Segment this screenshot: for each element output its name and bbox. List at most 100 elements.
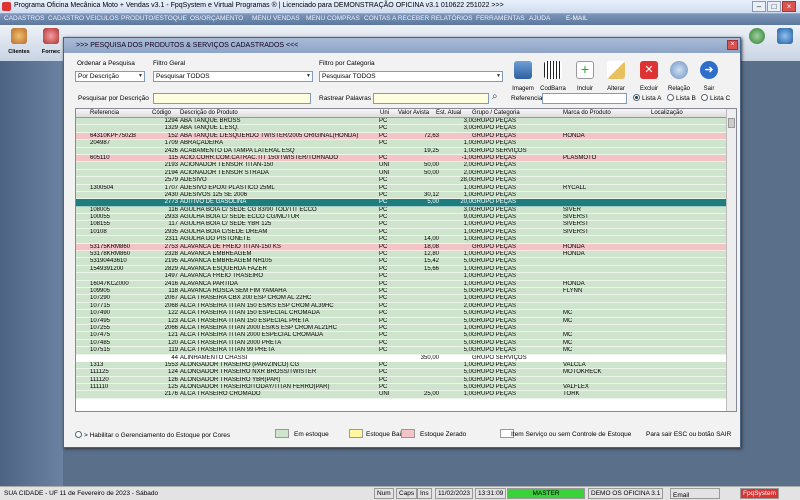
table-row[interactable]: 100055 2933 AGULHA BOIA C/ SEDE ECCO CG/ML… <box>76 214 726 222</box>
table-row[interactable]: 107485 120 ALCA TRASEIRA TITAN 2000 PRETA P… <box>76 339 726 348</box>
table-row[interactable]: 2194 ACIONADOR TENSOR STRADA UNI 50,00 2,0 GR… <box>76 169 726 178</box>
table-row[interactable]: 108155 117 AGULHA BOIA C/ SEDE YBR 125 PC 1,… <box>76 221 726 229</box>
table-row[interactable]: 107495 123 ALCA TRASEIRA TITAN 150 ESPECIA… <box>76 317 726 325</box>
table-cell: PC <box>379 347 388 354</box>
table-cell: ALCA TRASEIRA TITAN 2000 ES/KS ESP CROM … <box>180 324 337 331</box>
scrollbar-thumb[interactable] <box>728 118 735 128</box>
table-row[interactable]: 2773 ADITIVO DE GASOLINA PC 5,00 20,0 GRUPO P… <box>76 199 726 207</box>
sair-button[interactable]: ➜ Sair <box>694 59 724 95</box>
maximize-button[interactable]: □ <box>767 1 781 12</box>
col-localizacao[interactable]: Localização <box>651 110 683 116</box>
table-row[interactable]: 2176 ALCA TRASEIRO CROMADO UNI 25,00 1,0 GRUP… <box>76 391 726 399</box>
table-row[interactable]: 108005 116 AGULHA BOIA C/ SEDE CG 83/90 TO… <box>76 206 726 215</box>
table-row[interactable]: 1329 ABA TANQUE L.ESQ. PC 3,0 GRUPO PEÇAS <box>76 125 726 133</box>
menu-bar: CADASTROS CADASTRO VEICULOS PRODUTO/ESTO… <box>0 14 800 25</box>
radio-lista-c[interactable]: Lista C <box>701 94 730 102</box>
col-descricao[interactable]: Descrição do Produto <box>180 110 238 116</box>
table-row[interactable]: 2311 AGULHA DO PISTONETE PC 14,00 1,0 GRUPO P… <box>76 236 726 244</box>
col-codigo[interactable]: Código <box>152 110 171 116</box>
table-row[interactable]: 53175KRM860 2753 ALAVANCA DE FREIO TITAN-1… <box>76 243 726 252</box>
status-email[interactable]: Email <box>670 488 720 499</box>
table-row[interactable]: 1549391200 2829 ALAVANCA ESQUERDA FAZER PC 1… <box>76 265 726 274</box>
minimize-button[interactable]: – <box>752 1 766 12</box>
col-grupo[interactable]: Grupo / Categoria <box>472 110 520 116</box>
table-row[interactable]: 107255 2066 ALCA TRASEIRA TITAN 2000 ES/KS… <box>76 324 726 333</box>
table-cell: -1,0 <box>461 154 472 161</box>
filtro-geral-select[interactable]: Pesquisar TODOS <box>153 71 313 82</box>
table-row[interactable]: 107515 119 ALCA TRASEIRA TITAN 99 PRETA PC 5… <box>76 347 726 355</box>
menu-os-orcamento[interactable]: OS/ORÇAMENTO <box>190 15 243 22</box>
clientes-button[interactable]: Clientes <box>4 27 34 59</box>
legend-hint[interactable]: > Habilitar o Gerenciamento do Estoque p… <box>75 431 230 443</box>
fornecedores-button[interactable]: Fornec <box>36 27 66 59</box>
table-row[interactable]: 44 ALINHAMENTO CHASSI 350,00 GRUPO SERVIÇOS <box>76 354 726 362</box>
referencia-input[interactable] <box>542 93 627 104</box>
table-row[interactable]: 16047KCZ000 2416 ALAVANCA PARTIDA PC 1,0 GRUP… <box>76 280 726 288</box>
table-cell: PC <box>379 184 388 191</box>
dialog-close-button[interactable]: × <box>727 40 738 50</box>
table-row[interactable]: 1294 ABA TANQUE BROSS PC 3,0 GRUPO PEÇAS <box>76 118 726 126</box>
table-row[interactable]: 204987 1709 ABRAÇADEIRA PC 1,0 GRUPO PEÇAS <box>76 140 726 148</box>
table-row[interactable]: 2193 ACIONADOR TENSOR TITAN-150 UNI 50,00 2,… <box>76 162 726 170</box>
col-uni[interactable]: Uni <box>380 110 389 116</box>
alterar-button[interactable]: Alterar <box>601 59 631 95</box>
table-row[interactable]: 64310KPF750ZB 152 ABA TANQUE L/ESQUERDO TW… <box>76 132 726 141</box>
table-row[interactable]: 111110 125 ALONGADOR TRASEIRO/TODAY/TITAN … <box>76 384 726 392</box>
table-cell: HONDA <box>563 280 585 287</box>
table-row[interactable]: 2579 ADESIVO PC 28,0 GRUPO PEÇAS <box>76 177 726 185</box>
table-row[interactable]: 107490 122 ALCA TRASEIRA TITAN 150 ESPECIA… <box>76 310 726 318</box>
menu-cadastro-veiculos[interactable]: CADASTRO VEICULOS <box>48 15 119 22</box>
radio-lista-b[interactable]: Lista B <box>667 94 696 102</box>
table-row[interactable]: 107715 2068 ALCA TRASEIRA TITAN 150 ES/KS … <box>76 302 726 311</box>
table-row[interactable]: 2430 ADESIVOS 125 SE 2006 PC 30,12 1,0 GRUPO … <box>76 191 726 200</box>
table-cell: PC <box>379 228 388 235</box>
incluir-button[interactable]: + Incluir <box>570 59 600 95</box>
table-cell: 1,0 <box>463 361 472 368</box>
table-row[interactable]: 53178KRM860 2328 ALAVANCA EMBREAGEM PC 12,80… <box>76 251 726 259</box>
table-row[interactable]: 605110 115 ACIO.CORR.COM.CATRAC.TIT 150/TW… <box>76 154 726 163</box>
table-cell: SIVERST <box>563 228 589 235</box>
rastrear-input[interactable] <box>373 93 489 104</box>
table-cell: ADESIVO EPOXI PLASTICO 25ML <box>180 184 275 191</box>
table-row[interactable]: 107290 2067 ALCA TRASEIRA CBX 200 ESP CROM… <box>76 295 726 303</box>
table-cell: PC <box>379 287 388 294</box>
menu-produto-estoque[interactable]: PRODUTO/ESTOQUE <box>121 15 187 22</box>
menu-vendas[interactable]: MENU VENDAS <box>252 15 300 22</box>
products-grid[interactable]: Referencia Código Descrição do Produto U… <box>75 108 737 412</box>
radio-lista-a[interactable]: Lista A <box>633 94 662 102</box>
search-icon[interactable]: ⌕ <box>492 91 498 102</box>
codbarra-button[interactable]: CodBarra <box>538 59 568 95</box>
table-row[interactable]: 10108 2935 AGULHA BOIA C/SEDE DREAM PC 1,0 GR… <box>76 228 726 237</box>
pesquisar-descricao-input[interactable] <box>153 93 311 104</box>
table-row[interactable]: 111120 126 ALONGADOR TRASEIRO YBR(PAR) PC 5,… <box>76 376 726 385</box>
menu-relatorios[interactable]: RELATÓRIOS <box>431 15 472 22</box>
grid-scrollbar[interactable] <box>726 109 736 411</box>
col-referencia[interactable]: Referencia <box>90 110 119 116</box>
table-row[interactable]: 1313 1553 ALONGADOR TRASEIRO (PAR/ZINCO) C… <box>76 361 726 370</box>
menu-cadastros[interactable]: CADASTROS <box>4 15 44 22</box>
table-row[interactable]: 1497 ALAVANCA FREIO TRASEIRO PC 1,0 GRUPO PE… <box>76 273 726 281</box>
table-row[interactable]: 107475 121 ALCA TRASEIRA TITAN 2000 ESPECI… <box>76 332 726 340</box>
table-row[interactable]: 111125 124 ALONGADOR TRASEIRO NXR BROSS/TW… <box>76 369 726 377</box>
menu-email[interactable]: E-MAIL <box>566 15 588 22</box>
col-marca[interactable]: Marca do Produto <box>563 110 611 116</box>
filtro-categoria-select[interactable]: Pesquisar TODOS <box>319 71 503 82</box>
menu-compras[interactable]: MENU COMPRAS <box>306 15 360 22</box>
col-est-atual[interactable]: Est. Atual <box>436 110 461 116</box>
toolbar-action-1[interactable] <box>742 27 772 59</box>
menu-ferramentas[interactable]: FERRAMENTAS <box>476 15 525 22</box>
table-cell: GRUPO PEÇAS <box>472 199 517 206</box>
ordenar-select[interactable]: Por Descrição <box>75 71 145 82</box>
table-row[interactable]: 2426 ACABAMENTO DA TAMPA LATERAL ESQ 19,25… <box>76 147 726 155</box>
table-row[interactable]: 109905 118 ALAVANCA ROSCA SEM FIM YAMAHA PC… <box>76 287 726 296</box>
table-cell: 107515 <box>90 347 111 354</box>
toolbar-action-2[interactable] <box>770 27 800 59</box>
close-button[interactable]: × <box>782 1 796 12</box>
table-row[interactable]: 1300504 1707 ADESIVO EPOXI PLASTICO 25ML PC… <box>76 184 726 192</box>
col-valor-avista[interactable]: Valor Avista <box>398 110 429 116</box>
table-cell: PC <box>379 125 388 132</box>
table-row[interactable]: 53190443610 2195 ALAVANCA EMBREAGEM NH105 P… <box>76 258 726 266</box>
menu-ajuda[interactable]: AJUDA <box>529 15 550 22</box>
menu-contas-receber[interactable]: CONTAS A RECEBER <box>364 15 429 22</box>
table-cell: GRUPO PEÇAS <box>472 265 517 272</box>
